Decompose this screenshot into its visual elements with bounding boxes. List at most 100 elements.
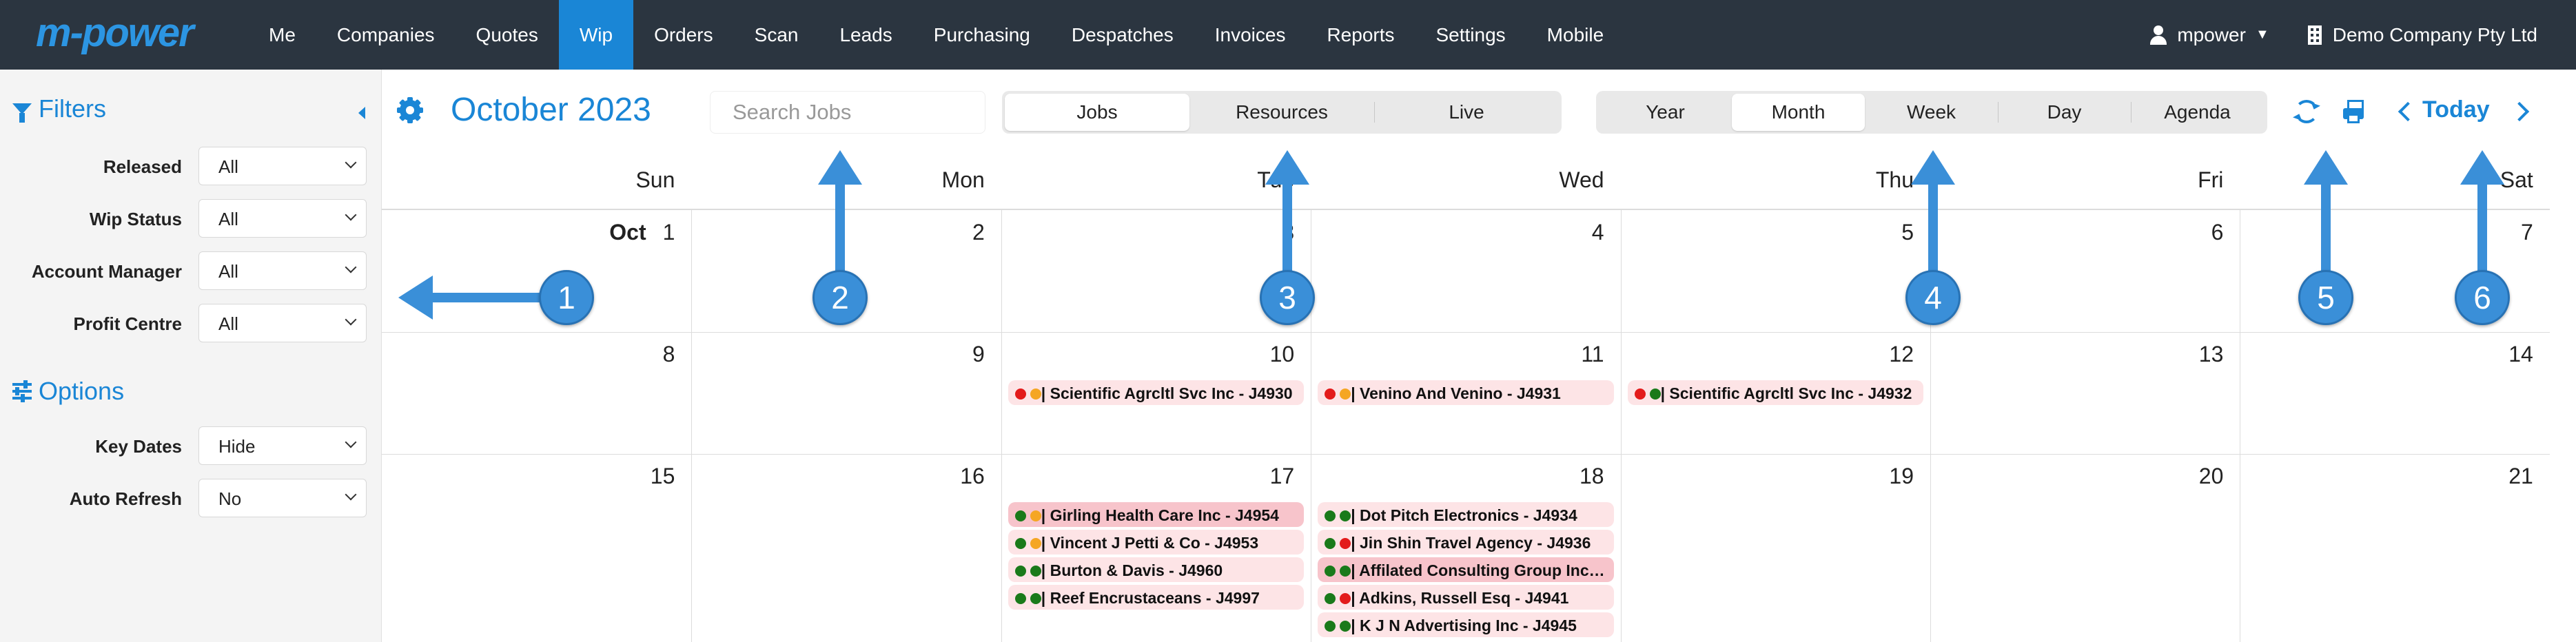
month-label: Oct: [609, 220, 646, 245]
field-row-auto-refresh: Auto Refresh No: [0, 479, 382, 517]
company-selector[interactable]: Demo Company Pty Ltd: [2307, 24, 2537, 46]
nav-item-me[interactable]: Me: [248, 0, 316, 70]
nav-item-mobile[interactable]: Mobile: [1526, 0, 1624, 70]
user-menu[interactable]: mpower ▼: [2149, 24, 2269, 46]
job-event[interactable]: | Dot Pitch Electronics - J4934: [1318, 502, 1614, 527]
wip-status-select[interactable]: All: [198, 199, 367, 238]
key-dates-select[interactable]: Hide: [198, 426, 367, 465]
chevron-down-icon: [345, 488, 357, 501]
day-number: 12: [1889, 342, 1914, 366]
released-select[interactable]: All: [198, 147, 367, 185]
job-event[interactable]: | Girling Health Care Inc - J4954: [1008, 502, 1305, 527]
day-number: 13: [2198, 342, 2224, 366]
status-dot: [1030, 566, 1041, 577]
status-dot: [1325, 538, 1336, 549]
tab-resources[interactable]: Resources: [1189, 94, 1374, 131]
day-cell-number[interactable]: 8: [382, 342, 675, 367]
job-event[interactable]: | Reef Encrustaceans - J4997: [1008, 585, 1305, 610]
day-cell-number[interactable]: 9: [691, 342, 985, 367]
weekday-wed: Wed: [1559, 167, 1604, 192]
day-cell-number[interactable]: 19: [1621, 464, 1914, 489]
mpower-logo[interactable]: m-power: [36, 10, 194, 58]
job-event[interactable]: | Venino And Venino - J4931: [1318, 380, 1614, 405]
job-event[interactable]: | Scientific Agrcltl Svc Inc - J4932: [1627, 380, 1923, 405]
callout-badge: 5: [2298, 270, 2353, 325]
day-cell-number[interactable]: 18: [1311, 464, 1604, 489]
job-event[interactable]: | Scientific Agrcltl Svc Inc - J4930: [1008, 380, 1305, 405]
job-event-label: | K J N Advertising Inc - J4945: [1351, 617, 1577, 634]
day-number: 2: [972, 220, 985, 245]
field-label: Auto Refresh: [69, 488, 182, 509]
nav-item-scan[interactable]: Scan: [734, 0, 819, 70]
day-cell-number[interactable]: 5: [1621, 220, 1914, 245]
day-cell-number[interactable]: 11: [1311, 342, 1604, 367]
day-cell-number[interactable]: 16: [691, 464, 985, 489]
tab-day[interactable]: Day: [1998, 94, 2131, 131]
day-number: 17: [1269, 464, 1295, 488]
building-icon: [2307, 25, 2322, 45]
tab-jobs[interactable]: Jobs: [1005, 94, 1189, 131]
day-number: 8: [662, 342, 675, 366]
job-event[interactable]: | Adkins, Russell Esq - J4941: [1318, 585, 1614, 610]
day-number: 1: [662, 220, 675, 245]
day-cell-number[interactable]: 12: [1621, 342, 1914, 367]
day-cell-number[interactable]: 7: [2240, 220, 2533, 245]
nav-item-orders[interactable]: Orders: [633, 0, 734, 70]
day-cell-number[interactable]: 15: [382, 464, 675, 489]
tab-month[interactable]: Month: [1732, 94, 1865, 131]
profit-centre-select[interactable]: All: [198, 304, 367, 342]
nav-item-reports[interactable]: Reports: [1306, 0, 1415, 70]
day-cell-number[interactable]: 20: [1930, 464, 2224, 489]
tab-live[interactable]: Live: [1374, 94, 1559, 131]
status-dot: [1325, 621, 1336, 632]
field-row-key-dates: Key Dates Hide: [0, 426, 382, 465]
nav-item-leads[interactable]: Leads: [819, 0, 912, 70]
tab-year[interactable]: Year: [1599, 94, 1732, 131]
nav-item-wip[interactable]: Wip: [558, 0, 634, 70]
tab-agenda[interactable]: Agenda: [2131, 94, 2264, 131]
day-number: 18: [1579, 464, 1604, 488]
status-dot: [1340, 593, 1351, 604]
day-cell-number[interactable]: 10: [1001, 342, 1295, 367]
account-manager-select[interactable]: All: [198, 251, 367, 290]
nav-item-invoices[interactable]: Invoices: [1194, 0, 1307, 70]
nav-item-companies[interactable]: Companies: [316, 0, 456, 70]
settings-gear-center[interactable]: [400, 100, 420, 121]
day-cell-number[interactable]: 14: [2240, 342, 2533, 367]
day-cell-number[interactable]: 6: [1930, 220, 2224, 245]
job-event[interactable]: | Burton & Davis - J4960: [1008, 557, 1305, 582]
status-dot: [1014, 593, 1026, 604]
select-value: No: [218, 488, 242, 509]
job-event[interactable]: | Affilated Consulting Group Inc - J4938: [1318, 557, 1614, 582]
tab-week[interactable]: Week: [1865, 94, 1998, 131]
day-cell-number[interactable]: 17: [1001, 464, 1295, 489]
day-number: 14: [2508, 342, 2533, 366]
select-value: All: [218, 209, 238, 229]
job-event[interactable]: | Vincent J Petti & Co - J4953: [1008, 530, 1305, 555]
day-cell-number[interactable]: Oct 1: [382, 220, 675, 245]
day-cell-number[interactable]: 3: [1001, 220, 1294, 245]
auto-refresh-select[interactable]: No: [198, 479, 367, 517]
nav-item-purchasing[interactable]: Purchasing: [913, 0, 1051, 70]
next-month-icon[interactable]: [2509, 101, 2530, 122]
grid-line: [382, 332, 2550, 333]
day-cell-number[interactable]: 21: [2240, 464, 2533, 489]
nav-item-quotes[interactable]: Quotes: [456, 0, 559, 70]
print-icon[interactable]: [2342, 100, 2365, 123]
chevron-down-icon: [345, 261, 357, 273]
range-tabs: Year Month Week Day Agenda: [1596, 91, 2267, 134]
field-row-account-manager: Account Manager All: [0, 251, 382, 290]
nav-item-despatches[interactable]: Despatches: [1051, 0, 1194, 70]
day-cell-number[interactable]: 13: [1930, 342, 2224, 367]
status-dot: [1325, 389, 1336, 400]
search-jobs-input[interactable]: [710, 91, 985, 134]
day-cell-number[interactable]: 4: [1311, 220, 1604, 245]
status-dot: [1014, 538, 1026, 549]
refresh-icon[interactable]: [2295, 100, 2318, 123]
job-event[interactable]: | Jin Shin Travel Agency - J4936: [1318, 530, 1614, 555]
job-event[interactable]: | K J N Advertising Inc - J4945: [1318, 612, 1614, 637]
nav-item-settings[interactable]: Settings: [1415, 0, 1526, 70]
today-button[interactable]: Today: [2422, 96, 2490, 123]
previous-month-icon[interactable]: [2398, 101, 2418, 122]
collapse-sidebar-icon[interactable]: [358, 107, 365, 119]
